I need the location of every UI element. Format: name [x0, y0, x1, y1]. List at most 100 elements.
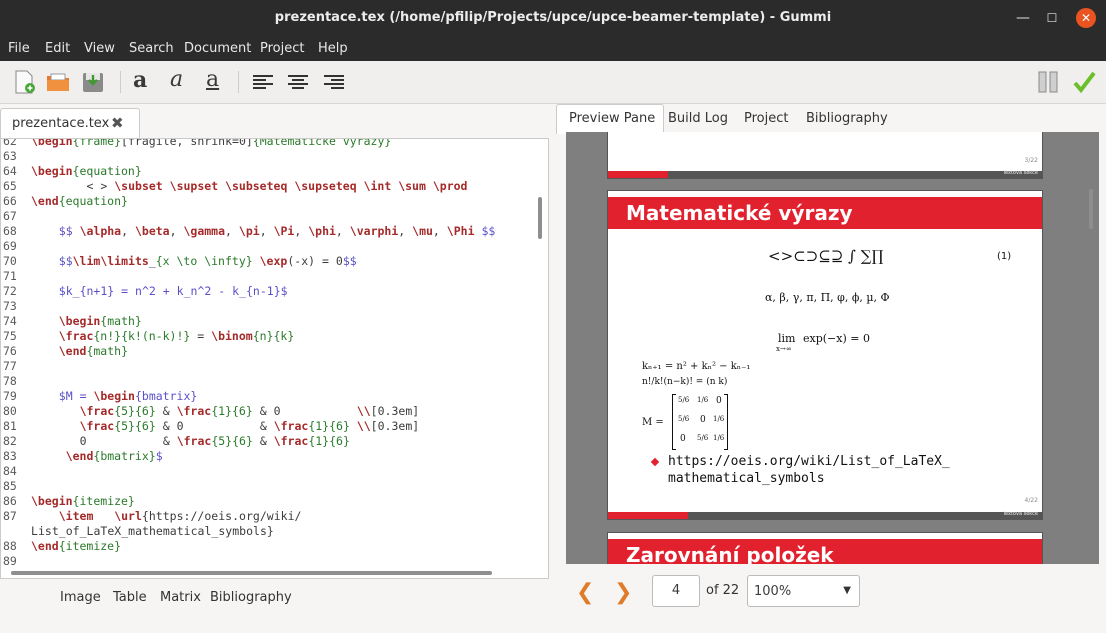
code-line[interactable]: 75 \frac{n!}{k!(n-k)!} = \binom{n}{k} [1, 329, 294, 344]
insert-matrix-tab[interactable]: Matrix [160, 590, 201, 605]
insert-table-tab[interactable]: Table [113, 590, 147, 605]
preview-columns-icon[interactable] [1035, 69, 1061, 95]
line-number: 80 [3, 404, 17, 418]
new-document-icon[interactable] [11, 69, 37, 95]
code-line[interactable]: 65 < > \subset \supset \subseteq \supset… [1, 179, 467, 194]
minimize-button[interactable]: — [1013, 8, 1033, 28]
pdf-preview[interactable]: 3/22 Textová sekce Matematické výrazy <>… [566, 132, 1099, 564]
code-line[interactable]: 66 \end{equation} [1, 194, 128, 209]
menu-search[interactable]: Search [129, 41, 174, 56]
menu-help[interactable]: Help [318, 41, 348, 56]
save-icon[interactable] [80, 69, 106, 95]
current-slide: Matematické výrazy <>⊂⊃⊆⊇ ∫ ∑∏ (1) α, β,… [607, 190, 1043, 520]
slide-footer-text: Textová sekce [1002, 511, 1038, 517]
slide-footer: Textová sekce [608, 511, 1042, 519]
open-folder-icon[interactable] [45, 69, 71, 95]
code-line[interactable]: 64 \begin{equation} [1, 164, 142, 179]
close-button[interactable]: ✕ [1076, 8, 1096, 28]
align-center-icon[interactable] [285, 69, 311, 95]
code-line[interactable]: 78 [1, 374, 31, 389]
code-line[interactable]: 86 \begin{itemize} [1, 494, 135, 509]
page-number-input[interactable]: 4 [652, 575, 700, 607]
line-number: 74 [3, 314, 17, 328]
slide-binomial: n!/k!(n−k)! = (n k) [642, 377, 728, 387]
matrix-cell: 0 [716, 396, 722, 406]
editor-vertical-scrollbar[interactable] [538, 197, 542, 239]
editor-horizontal-scrollbar[interactable] [11, 571, 492, 575]
matrix-cell: 0 [680, 434, 686, 444]
window-title: prezentace.tex (/home/pfilip/Projects/up… [274, 10, 832, 25]
code-line[interactable]: 82 0 & \frac{5}{6} & \frac{1}{6} [1, 434, 350, 449]
line-text: \begin{equation} [31, 164, 142, 178]
code-line[interactable]: 87 \item \url{https://oeis.org/wiki/ [1, 509, 301, 524]
insert-bibliography-tab[interactable]: Bibliography [210, 590, 292, 605]
insert-image-tab[interactable]: Image [60, 590, 101, 605]
code-line[interactable]: 67 [1, 209, 31, 224]
line-text: List_of_LaTeX_mathematical_symbols} [31, 524, 274, 538]
code-editor[interactable]: 62 \begin{frame}[fragile, shrink=0]{Matem… [0, 138, 549, 579]
underline-icon[interactable]: a [206, 67, 219, 92]
bold-icon[interactable]: a [133, 67, 147, 93]
line-text: \frac{n!}{k!(n-k)!} = \binom{n}{k} [58, 329, 295, 343]
slide-lim-expression: exp(−x) = 0 [803, 332, 870, 345]
maximize-button[interactable]: ☐ [1042, 8, 1062, 28]
line-number: 79 [3, 389, 17, 403]
code-line[interactable]: 85 [1, 479, 31, 494]
next-page-button[interactable]: ❯ [614, 580, 632, 605]
menu-edit[interactable]: Edit [45, 41, 70, 56]
code-line[interactable]: 89 [1, 554, 31, 569]
previous-page-button[interactable]: ❮ [576, 580, 594, 605]
code-line[interactable]: 62 \begin{frame}[fragile, shrink=0]{Matem… [1, 138, 392, 149]
matrix-cell: 5/6 [678, 396, 690, 404]
menu-file[interactable]: File [8, 41, 30, 56]
line-text: \begin{frame}[fragile, shrink=0]{Matemat… [31, 138, 392, 148]
toolbar-separator [238, 71, 239, 93]
chevron-down-icon: ▼ [843, 585, 851, 596]
code-line[interactable]: 80 \frac{5}{6} & \frac{1}{6} & 0 \\[0.3e… [1, 404, 419, 419]
line-number: 68 [3, 224, 17, 238]
code-line[interactable]: 83 \end{bmatrix}$ [1, 449, 163, 464]
compile-ok-icon [1071, 69, 1097, 95]
code-line[interactable]: 72 $k_{n+1} = n^2 + k_n^2 - k_{n-1}$ [1, 284, 288, 299]
tab-preview-pane[interactable]: Preview Pane [556, 104, 665, 134]
code-line[interactable]: 88 \end{itemize} [1, 539, 121, 554]
tab-project[interactable]: Project [744, 111, 788, 126]
close-tab-icon[interactable]: ✖ [111, 114, 124, 132]
code-line[interactable]: 79 $M = \begin{bmatrix} [1, 389, 197, 404]
code-line[interactable]: 68 $$ \alpha, \beta, \gamma, \pi, \Pi, \… [1, 224, 495, 239]
tab-bibliography[interactable]: Bibliography [806, 111, 888, 126]
toolbar: a a a [0, 61, 1106, 104]
code-line[interactable]: 81 \frac{5}{6} & 0 & \frac{1}{6} \\[0.3e… [1, 419, 419, 434]
preview-vertical-scrollbar[interactable] [1089, 189, 1093, 229]
code-line[interactable]: 76 \end{math} [1, 344, 128, 359]
right-tabs: Preview Pane Build Log Project Bibliogra… [556, 104, 1106, 134]
line-number: 83 [3, 449, 17, 463]
code-line[interactable]: 74 \begin{math} [1, 314, 142, 329]
matrix-cell: 1/6 [713, 434, 725, 442]
align-left-icon[interactable] [250, 69, 276, 95]
italic-icon[interactable]: a [170, 67, 183, 92]
code-line[interactable]: 70 $$\lim\limits_{x \to \infty} \exp(-x)… [1, 254, 357, 269]
next-slide: Zarovnání položek [607, 532, 1043, 564]
line-text: \end{math} [58, 344, 128, 358]
code-line[interactable]: 73 [1, 299, 31, 314]
menu-project[interactable]: Project [260, 41, 304, 56]
menu-document[interactable]: Document [184, 41, 251, 56]
line-text: $k_{n+1} = n^2 + k_n^2 - k_{n-1}$ [58, 284, 288, 298]
code-line[interactable]: 63 [1, 149, 31, 164]
line-text: $$\lim\limits_{x \to \infty} \exp(-x) = … [58, 254, 357, 268]
align-right-icon[interactable] [321, 69, 347, 95]
line-number: 78 [3, 374, 17, 388]
menu-view[interactable]: View [84, 41, 115, 56]
zoom-select[interactable]: 100% ▼ [747, 575, 860, 607]
editor-tab[interactable]: prezentace.tex ✖ [0, 108, 140, 138]
code-line[interactable]: 77 [1, 359, 31, 374]
code-line[interactable]: 69 [1, 239, 31, 254]
line-number: 88 [3, 539, 17, 553]
toolbar-separator [120, 71, 121, 93]
tab-build-log[interactable]: Build Log [668, 111, 728, 126]
code-line[interactable]: 84 [1, 464, 31, 479]
line-text: \frac{5}{6} & 0 & \frac{1}{6} \\[0.3em] [79, 419, 420, 433]
code-line[interactable]: 71 [1, 269, 31, 284]
code-line[interactable]: List_of_LaTeX_mathematical_symbols} [1, 524, 274, 539]
